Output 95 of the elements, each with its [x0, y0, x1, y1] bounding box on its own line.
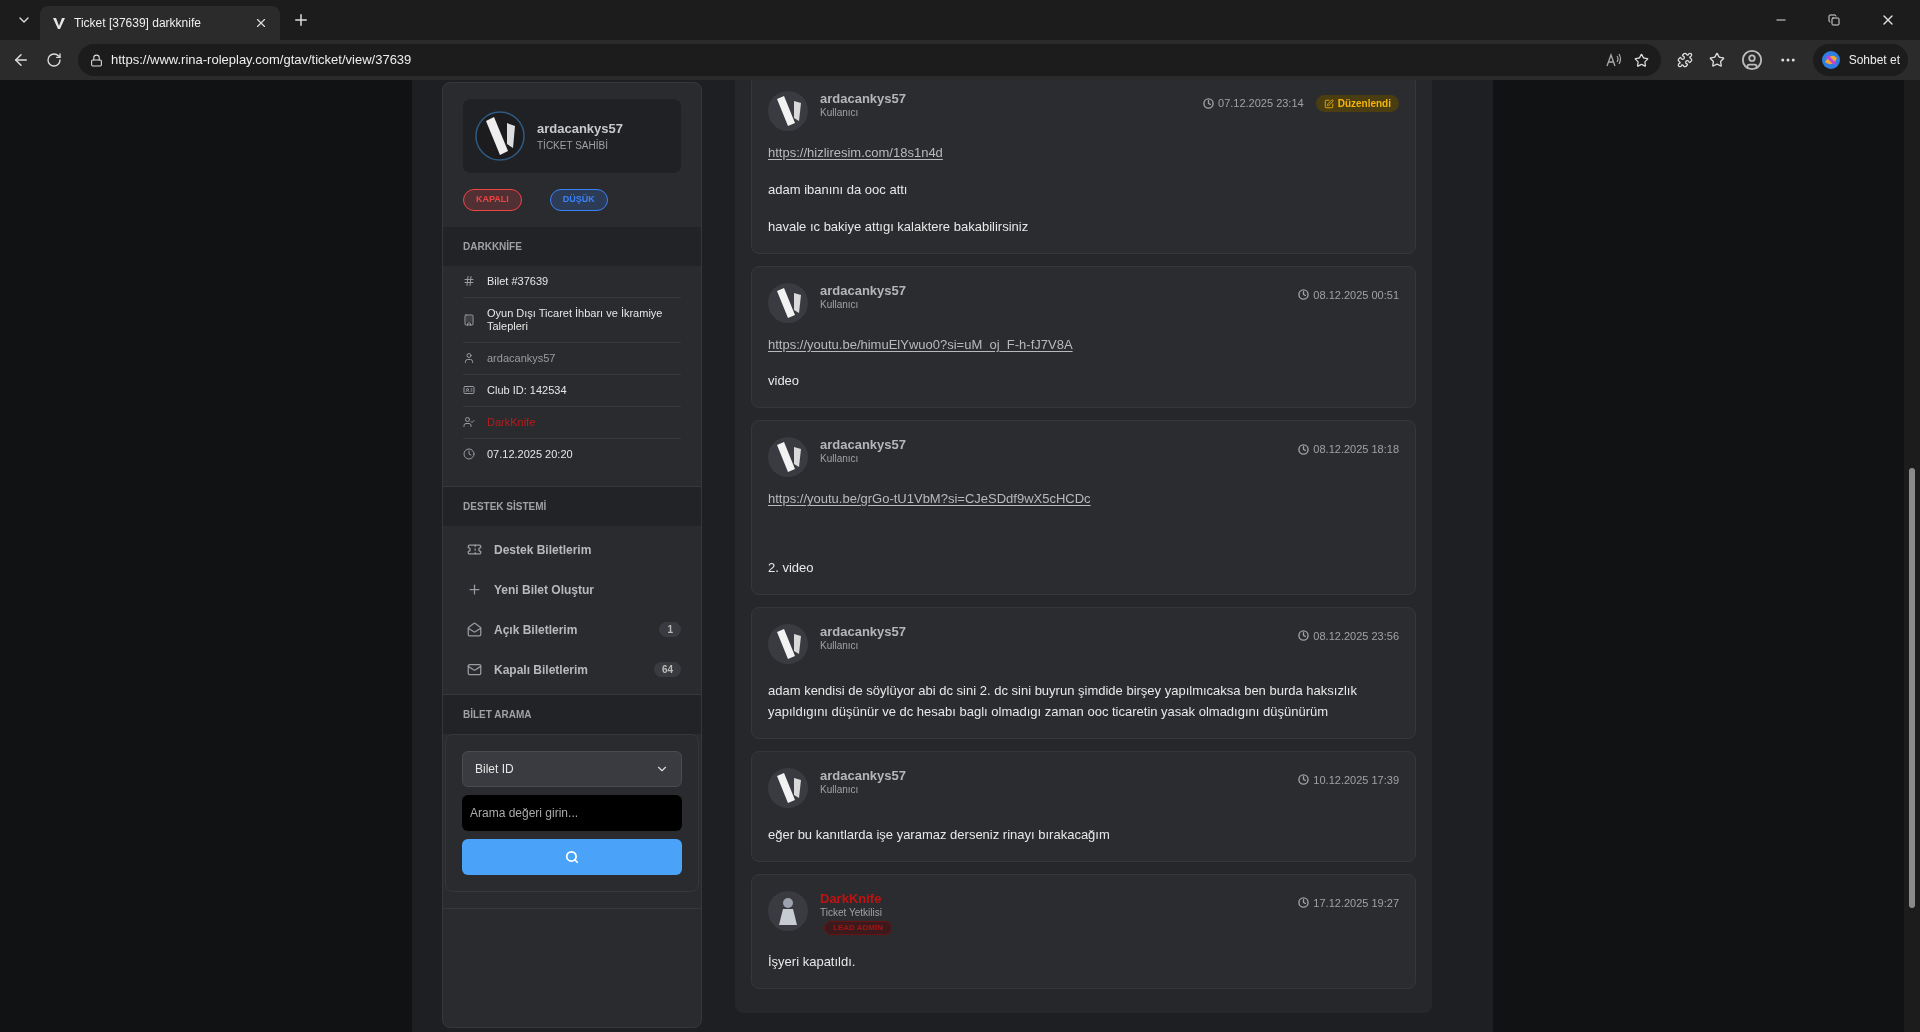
author-role: Kullanıcı	[820, 298, 860, 311]
info-text: DarkKnife	[487, 415, 536, 429]
author-name: ardacankys57	[820, 282, 906, 299]
message-text: video	[768, 372, 801, 390]
message-time: 08.12.2025 23:56	[1313, 628, 1399, 644]
sidebar-item[interactable]: Destek Biletlerim	[463, 529, 681, 570]
clock-icon	[1203, 98, 1214, 109]
owner-name: ardacankys57	[537, 119, 623, 138]
message-text: havale ıc bakiye attıgı kalaktere bakabilirsiniz	[768, 217, 1030, 236]
section-header: DESTEK SİSTEMİ	[443, 485, 701, 526]
reload-icon[interactable]	[46, 52, 62, 68]
logo-avatar	[475, 111, 525, 161]
logo-avatar	[768, 767, 808, 808]
favorite-icon[interactable]	[1633, 52, 1649, 68]
envelope-icon	[467, 662, 482, 677]
count-badge: 64	[653, 662, 681, 677]
figure-avatar	[768, 890, 808, 931]
status-badge: DÜŞÜK	[549, 189, 608, 211]
message-text: adam ibanını da ooc attı	[768, 180, 909, 199]
message-time: 08.12.2025 00:51	[1313, 287, 1399, 303]
logo-avatar	[768, 91, 808, 131]
author-name: ardacankys57	[820, 767, 906, 784]
rank-badge: LEAD ADMİN	[824, 920, 892, 935]
author-role: Ticket Yetkilisi	[820, 906, 883, 919]
search-type-select[interactable]: Bilet ID	[462, 750, 682, 787]
info-text: Bilet #37639	[487, 274, 549, 288]
author-role: Kullanıcı	[820, 453, 860, 465]
sidebar-item[interactable]: Açık Biletlerim 1	[463, 609, 681, 650]
tab-title: Ticket [37639] darkknife	[74, 15, 202, 32]
search-icon	[565, 849, 579, 864]
author-role: Kullanıcı	[820, 783, 860, 796]
message-time: 17.12.2025 19:27	[1313, 895, 1399, 911]
logo-avatar	[768, 623, 808, 664]
restore-icon[interactable]	[1828, 14, 1840, 26]
url-text: https://www.rina-roleplay.com/gtav/ticket/view/37639	[111, 51, 412, 70]
building-icon	[463, 313, 475, 326]
author-name: ardacankys57	[820, 437, 906, 453]
author-name: DarkKnife	[820, 890, 883, 907]
message-time: 07.12.2025 23:14	[1218, 96, 1304, 112]
user-icon	[463, 352, 475, 364]
count-badge: 1	[659, 622, 681, 637]
clock-icon	[1298, 897, 1310, 909]
sidebar-item[interactable]: Yeni Bilet Oluştur	[463, 569, 681, 610]
info-text: 07.12.2025 20:20	[487, 447, 573, 461]
author-role: Kullanıcı	[820, 639, 860, 652]
hash-icon	[463, 275, 475, 287]
info-text: ardacankys57	[487, 351, 556, 365]
ticket-icon	[467, 542, 482, 557]
owner-role: TİCKET SAHİBİ	[537, 138, 609, 154]
site-logo-icon	[52, 16, 66, 30]
message-link[interactable]: https://youtu.be/himuElYwuo0?si=uM_oj_F-h-fJ7V8A	[768, 334, 1073, 354]
message-link[interactable]: https://hizliresim.com/18s1n4d	[768, 143, 943, 163]
message-text: eğer bu kanıtlarda işe yaramaz derseniz rinayı bırakacağım	[768, 825, 1111, 844]
message-text: İşyeri kapatıldı.	[768, 952, 857, 971]
clock-icon	[463, 448, 475, 460]
read-aloud-icon[interactable]	[1605, 53, 1622, 67]
address-bar[interactable]: https://www.rina-roleplay.com/gtav/ticket/view/37639	[78, 44, 1661, 76]
message-text: adam kendisi de söylüyor abi dc sini 2. dc sini buyrun şimdide birşey yapılmıcaksa ben burda haksızlık yapıldıgını düşünür ve dc hesabı baglı olmadıgı zaman ooc ticaretin yasak olmadıgını düşünürüm	[768, 681, 1358, 721]
logo-avatar	[768, 282, 808, 323]
back-icon[interactable]	[12, 51, 30, 69]
lock-icon	[90, 53, 103, 67]
id-card-icon	[463, 384, 475, 396]
favorites-icon[interactable]	[1708, 52, 1725, 68]
message-text: 2. video	[768, 558, 815, 577]
search-button[interactable]	[462, 838, 682, 875]
author-name: ardacankys57	[820, 91, 906, 107]
plus-icon	[467, 582, 482, 597]
search-field[interactable]: Arama değeri girin...	[462, 794, 682, 831]
scrollbar[interactable]	[1904, 80, 1920, 1032]
author-name: ardacankys57	[820, 623, 906, 640]
logo-avatar	[768, 437, 808, 477]
info-text: Club ID: 142534	[487, 383, 567, 397]
new-tab-icon[interactable]	[292, 11, 310, 29]
close-tab-icon[interactable]	[254, 16, 268, 30]
sidebar-item[interactable]: Kapalı Biletlerim 64	[463, 649, 681, 690]
open-envelope-icon	[467, 622, 482, 637]
message-time: 08.12.2025 18:18	[1313, 442, 1399, 457]
clock-icon	[1298, 630, 1310, 642]
clock-icon	[1298, 774, 1310, 786]
info-text: Oyun Dışı Ticaret İhbarı ve İkramiye Talepleri	[487, 306, 664, 333]
extensions-icon[interactable]	[1676, 52, 1693, 68]
clock-icon	[1298, 443, 1310, 455]
section-header: DARKKNİFE	[443, 226, 701, 266]
message-link[interactable]: https://youtu.be/grGo-tU1VbM?si=CJeSDdf9wX5cHCDc	[768, 489, 1091, 509]
clock-icon	[1298, 289, 1310, 301]
chat-button[interactable]: Sohbet et	[1812, 44, 1908, 76]
copilot-icon	[1820, 50, 1841, 70]
browser-tab[interactable]: Ticket [37639] darkknife	[40, 6, 280, 40]
profile-icon[interactable]	[1740, 49, 1763, 71]
user-check-icon	[463, 416, 475, 428]
edited-badge: Düzenlendi	[1315, 95, 1399, 112]
section-header: BİLET ARAMA	[443, 693, 701, 734]
status-badge: KAPALI	[463, 189, 522, 211]
author-role: Kullanıcı	[820, 107, 860, 119]
message-time: 10.12.2025 17:39	[1313, 772, 1399, 788]
